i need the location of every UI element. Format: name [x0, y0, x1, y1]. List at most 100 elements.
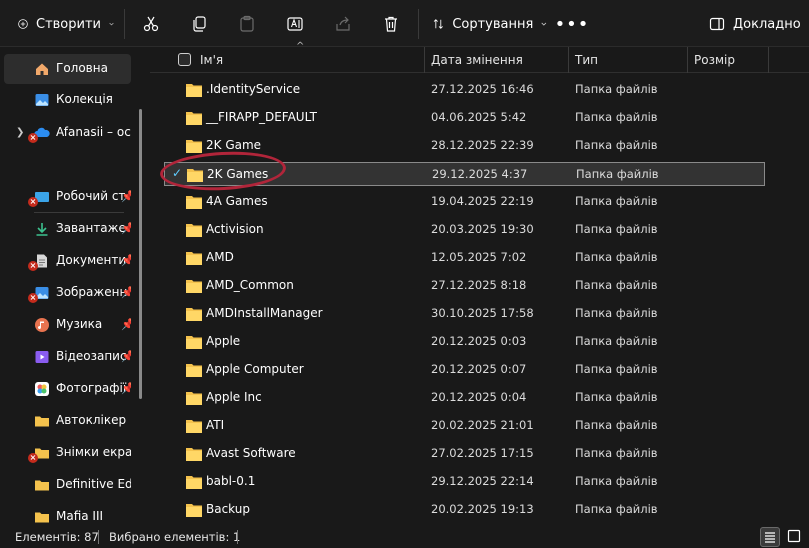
more-options-button[interactable]: ••• — [554, 6, 590, 42]
details-pane-button[interactable]: Докладно — [703, 6, 803, 42]
sidebar-item-pictures[interactable]: × Зображенн 📌 — [4, 278, 131, 308]
video-icon — [35, 351, 49, 363]
file-name: AMDInstallManager — [206, 306, 323, 320]
table-row[interactable]: __FIRAPP_DEFAULT 04.06.2025 5:42 Папка фай… — [164, 106, 765, 130]
file-date: 20.02.2025 21:01 — [431, 418, 534, 432]
sidebar-item-mafia-iii[interactable]: Mafia III — [4, 502, 131, 524]
tiles-view-button[interactable] — [785, 527, 805, 547]
table-row[interactable]: AMD_Common 27.12.2025 8:18 Папка файлів — [164, 274, 765, 298]
sidebar-item-definitive-edition[interactable]: Definitive Editi — [4, 470, 131, 500]
column-type[interactable]: Тип — [569, 47, 687, 73]
file-date: 20.12.2025 0:03 — [431, 334, 527, 348]
file-name: ATI — [206, 418, 225, 432]
sidebar-item-desktop[interactable]: × Робочий ст 📌 — [4, 182, 131, 212]
file-name: Activision — [206, 222, 264, 236]
column-date[interactable]: Дата змінення — [425, 47, 568, 73]
sort-button[interactable]: Сортування — [427, 6, 547, 42]
column-size[interactable]: Розмір — [688, 47, 768, 73]
sidebar-item-documents[interactable]: × Документи 📌 — [4, 246, 131, 276]
file-name: Avast Software — [206, 446, 296, 460]
folder-icon — [186, 448, 202, 461]
file-date: 27.02.2025 17:15 — [431, 446, 534, 460]
pin-icon: 📌 — [121, 222, 131, 235]
file-date: 19.04.2025 22:19 — [431, 194, 534, 208]
rename-icon — [287, 17, 303, 31]
sidebar-item-onedrive[interactable]: ❯ × Afanasii – осо — [4, 118, 131, 148]
file-date: 27.12.2025 16:46 — [431, 82, 534, 96]
pin-icon: 📌 — [121, 286, 131, 299]
table-row[interactable]: AMD 12.05.2025 7:02 Папка файлів — [164, 246, 765, 270]
table-row[interactable]: ATI 20.02.2025 21:01 Папка файлів — [164, 414, 765, 438]
sidebar-item-label: Фотографії — [56, 381, 127, 395]
sidebar-item-home[interactable]: Головна — [4, 54, 131, 84]
pin-icon: 📌 — [121, 350, 131, 363]
table-row[interactable]: 4A Games 19.04.2025 22:19 Папка файлів — [164, 190, 765, 214]
file-type: Папка файлів — [575, 334, 658, 348]
create-button[interactable]: Створити — [12, 6, 114, 42]
file-type: Папка файлів — [575, 222, 658, 236]
file-type: Папка файлів — [575, 138, 658, 152]
navigation-pane: Головна Колекція ❯ × Afanasii – осо × Ро… — [0, 47, 150, 525]
table-row[interactable]: Backup 20.02.2025 19:13 Папка файлів — [164, 498, 765, 522]
copy-button[interactable] — [181, 6, 217, 42]
folder-icon — [35, 512, 49, 523]
file-type: Папка файлів — [575, 362, 658, 376]
table-row[interactable]: Apple Inc 20.12.2025 0:04 Папка файлів — [164, 386, 765, 410]
folder-icon — [186, 196, 202, 209]
column-divider[interactable] — [768, 47, 769, 73]
table-row[interactable]: Apple 20.12.2025 0:03 Папка файлів — [164, 330, 765, 354]
create-label: Створити — [36, 16, 101, 32]
folder-icon — [35, 416, 49, 427]
file-type: Папка файлів — [575, 306, 658, 320]
file-name: 2K Game — [206, 138, 262, 152]
sync-error-icon: × — [28, 453, 38, 463]
cut-button[interactable] — [133, 6, 169, 42]
file-type: Папка файлів — [575, 474, 658, 488]
file-date: 04.06.2025 5:42 — [431, 110, 527, 124]
file-name: 4A Games — [206, 194, 268, 208]
file-type: Папка файлів — [575, 194, 658, 208]
sidebar-item-photos[interactable]: Фотографії 📌 — [4, 374, 131, 404]
pin-icon: 📌 — [121, 190, 131, 203]
file-date: 12.05.2025 7:02 — [431, 250, 527, 264]
column-size-label: Розмір — [694, 53, 735, 67]
column-name[interactable]: Ім'я — [194, 47, 424, 73]
delete-button[interactable] — [373, 6, 409, 42]
cut-icon — [143, 16, 159, 32]
folder-icon — [186, 280, 202, 293]
file-type: Папка файлів — [575, 250, 658, 264]
sidebar-item-gallery[interactable]: Колекція — [4, 85, 131, 115]
details-view-button[interactable] — [760, 527, 780, 547]
table-row[interactable]: Apple Computer 20.12.2025 0:07 Папка файлі… — [164, 358, 765, 382]
sidebar-item-music[interactable]: Музика 📌 — [4, 310, 131, 340]
sidebar-scrollbar[interactable] — [139, 109, 142, 399]
sidebar-item-autoclicker[interactable]: Автоклікер — [4, 406, 131, 436]
paste-button[interactable] — [229, 6, 265, 42]
rename-button[interactable] — [277, 6, 313, 42]
file-name: AMD — [206, 250, 234, 264]
sidebar-item-label: Робочий ст — [56, 189, 126, 203]
table-row[interactable]: babl-0.1 29.12.2025 22:14 Папка файлів — [164, 470, 765, 494]
tiles-view-icon — [787, 529, 801, 543]
sort-label: Сортування — [452, 16, 534, 32]
select-all-checkbox[interactable] — [178, 53, 191, 66]
file-name: .IdentityService — [206, 82, 301, 96]
sidebar-item-videos[interactable]: Відеозапис 📌 — [4, 342, 131, 372]
sidebar-item-label: Автоклікер — [56, 413, 127, 427]
sync-error-icon: × — [28, 261, 38, 271]
file-type: Папка файлів — [575, 82, 658, 96]
share-button[interactable] — [325, 6, 361, 42]
file-date: 20.02.2025 19:13 — [431, 502, 534, 516]
pin-icon: 📌 — [121, 382, 131, 395]
table-row[interactable]: AMDInstallManager 30.10.2025 17:58 Папка ф… — [164, 302, 765, 326]
file-date: 27.12.2025 8:18 — [431, 278, 527, 292]
table-row[interactable]: Avast Software 27.02.2025 17:15 Папка файл… — [164, 442, 765, 466]
sidebar-item-screenshots[interactable]: × Знімки екрана — [4, 438, 131, 468]
table-row[interactable]: Activision 20.03.2025 19:30 Папка файлів — [164, 218, 765, 242]
sidebar-item-downloads[interactable]: Завантаже 📌 — [4, 214, 131, 244]
file-type: Папка файлів — [576, 167, 659, 181]
status-divider — [237, 530, 238, 544]
table-row[interactable]: .IdentityService 27.12.2025 16:46 Папка фа… — [164, 78, 765, 102]
file-type: Папка файлів — [575, 278, 658, 292]
file-name: __FIRAPP_DEFAULT — [206, 110, 317, 124]
